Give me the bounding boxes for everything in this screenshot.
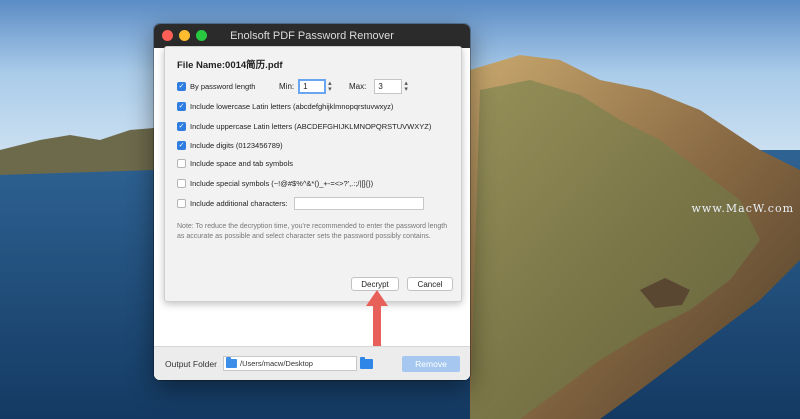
max-length-control: Max: 3 ▴ ▾	[349, 79, 408, 94]
additional-characters-input[interactable]	[293, 197, 424, 210]
checkbox-unchecked-icon[interactable]	[177, 159, 186, 168]
remove-button[interactable]: Remove	[402, 356, 460, 372]
output-folder-field[interactable]: /Users/macw/Desktop	[222, 356, 357, 371]
file-name-label: File Name:	[177, 60, 226, 71]
checkbox-unchecked-icon[interactable]	[177, 199, 186, 208]
zoom-button[interactable]	[196, 30, 207, 41]
min-label: Min:	[279, 82, 295, 91]
option-special-symbols[interactable]: Include special symbols (~!@#$%^&*()_+-=…	[177, 179, 373, 188]
footer-bar: Output Folder /Users/macw/Desktop Remove	[154, 346, 470, 380]
cancel-button[interactable]: Cancel	[407, 277, 453, 291]
option-label: Include lowercase Latin letters (abcdefg…	[190, 102, 394, 111]
stepper-icon[interactable]: ▴ ▾	[404, 80, 408, 92]
watermark-text: www.MacW.com	[691, 202, 794, 215]
option-label: Include space and tab symbols	[190, 159, 293, 168]
window-title: Enolsoft PDF Password Remover	[230, 30, 394, 42]
decryption-note: Note: To reduce the decryption time, you…	[177, 223, 448, 240]
folder-icon	[225, 357, 237, 368]
option-lowercase[interactable]: ✓ Include lowercase Latin letters (abcde…	[177, 102, 393, 111]
minimize-button[interactable]	[179, 30, 190, 41]
max-length-input[interactable]: 3	[374, 79, 403, 94]
red-arrow	[366, 290, 388, 346]
max-label: Max:	[349, 82, 367, 91]
close-button[interactable]	[162, 30, 173, 41]
option-additional-characters[interactable]: Include additional characters:	[177, 197, 424, 210]
stepper-icon[interactable]: ▴ ▾	[328, 80, 332, 92]
output-folder-label: Output Folder	[165, 358, 217, 369]
browse-folder-icon[interactable]	[359, 356, 373, 369]
checkbox-checked-icon[interactable]: ✓	[177, 141, 186, 150]
option-label: Include uppercase Latin letters (ABCDEFG…	[190, 122, 432, 131]
option-digits[interactable]: ✓ Include digits (0123456789)	[177, 141, 283, 150]
option-uppercase[interactable]: ✓ Include uppercase Latin letters (ABCDE…	[177, 122, 431, 131]
decrypt-options-dialog: File Name:0014简历.pdf ✓ By password lengt…	[164, 46, 462, 302]
file-name: File Name:0014简历.pdf	[177, 57, 283, 71]
checkbox-checked-icon[interactable]: ✓	[177, 122, 186, 131]
option-label: By password length	[190, 82, 256, 91]
option-space-tab[interactable]: Include space and tab symbols	[177, 159, 293, 168]
option-password-length[interactable]: ✓ By password length	[177, 82, 255, 91]
min-length-input[interactable]: 1	[298, 79, 327, 94]
option-label: Include additional characters:	[190, 199, 288, 208]
checkbox-checked-icon[interactable]: ✓	[177, 82, 186, 91]
file-name-value: 0014简历.pdf	[225, 60, 283, 71]
checkbox-checked-icon[interactable]: ✓	[177, 102, 186, 111]
option-label: Include digits (0123456789)	[190, 141, 283, 150]
title-bar[interactable]: Enolsoft PDF Password Remover	[154, 24, 470, 48]
option-label: Include special symbols (~!@#$%^&*()_+-=…	[190, 179, 374, 188]
window-controls	[162, 30, 207, 41]
min-length-control: Min: 1 ▴ ▾	[279, 79, 332, 94]
output-folder-path: /Users/macw/Desktop	[239, 359, 313, 368]
checkbox-unchecked-icon[interactable]	[177, 179, 186, 188]
